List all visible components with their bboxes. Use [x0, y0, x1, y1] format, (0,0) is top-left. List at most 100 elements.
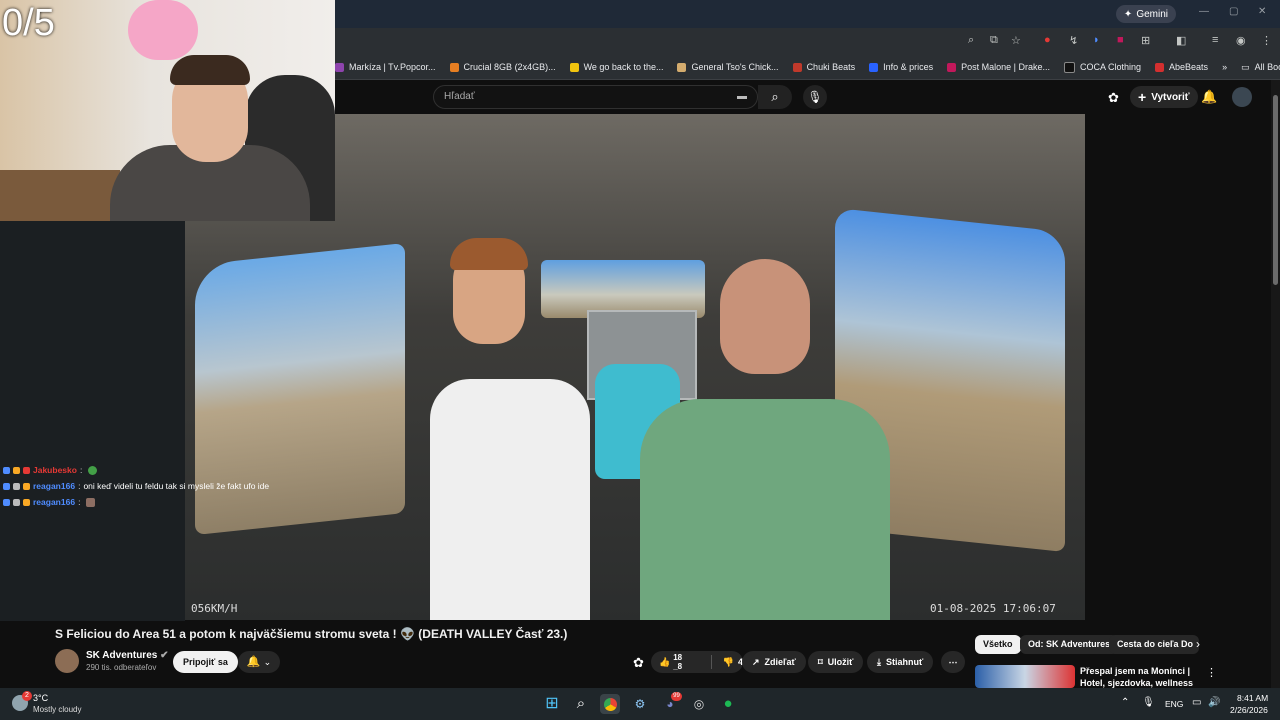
bookmarks-bar: Markíza | Tv.Popcor... Crucial 8GB (2x4G…: [335, 55, 1280, 80]
plus-icon: +: [1138, 89, 1147, 105]
extension-icon[interactable]: ■: [1117, 34, 1124, 46]
all-bookmarks-button[interactable]: ▭All Bookmarks: [1241, 62, 1280, 73]
webcam-streamer-hair: [170, 55, 250, 85]
chat-badge-icon: [3, 482, 10, 490]
minimize-icon[interactable]: —: [1199, 6, 1209, 17]
keyboard-icon[interactable]: ▬: [737, 91, 747, 102]
thumbs-down-icon: 👎: [722, 656, 734, 667]
chat-emote-icon: [86, 497, 96, 507]
settings-gear-icon[interactable]: ✿: [1108, 90, 1119, 106]
bookmark-favicon-icon: [792, 62, 802, 72]
subscription-bell-button[interactable]: 🔔 ⌄: [238, 651, 280, 673]
search-button[interactable]: ⌕: [758, 85, 792, 109]
extension-icon[interactable]: ●: [1044, 34, 1051, 46]
steam-icon[interactable]: ⚙: [630, 694, 650, 714]
thumbs-up-icon: 👍: [659, 656, 671, 667]
timestamp-overlay: 01-08-2025 17:06:07: [930, 602, 1056, 615]
more-actions-button[interactable]: ⋯: [941, 651, 965, 673]
bookmark-favicon-icon: [869, 62, 879, 72]
gemini-label: Gemini: [1136, 8, 1168, 20]
omnibar: [335, 28, 1280, 55]
chevron-right-icon[interactable]: »: [1222, 62, 1227, 72]
sparkle-icon: ✦: [1123, 8, 1133, 20]
webcam-desk: [0, 170, 120, 221]
save-button[interactable]: ⌑ Uložiť: [808, 651, 864, 673]
obs-icon[interactable]: ◎: [689, 694, 709, 714]
maximize-icon[interactable]: ▢: [1229, 6, 1238, 17]
ai-sparkle-icon[interactable]: ✿: [633, 655, 644, 671]
channel-avatar[interactable]: [55, 649, 79, 673]
bookmark-item[interactable]: AbeBeats: [1155, 62, 1208, 72]
cast-icon[interactable]: ⧉: [990, 34, 998, 47]
chip-all[interactable]: Všetko: [975, 635, 1021, 654]
chat-message: reagan166 : oni keď videli tu feldu tak …: [3, 478, 333, 494]
like-button[interactable]: 👍 18 _8: [651, 653, 706, 671]
dislike-button[interactable]: 👎 4: [717, 657, 743, 668]
chevron-right-icon[interactable]: ›: [1196, 637, 1200, 651]
like-count: 18: [673, 653, 683, 662]
chip-from-channel[interactable]: Od: SK Adventures: [1020, 635, 1119, 654]
bookmark-item[interactable]: Post Malone | Drake...: [947, 62, 1050, 72]
chat-badge-icon: [3, 466, 10, 474]
clock-date[interactable]: 2/26/2026: [1230, 705, 1268, 715]
bookmark-item[interactable]: General Tso's Chick...: [677, 62, 779, 72]
join-button[interactable]: Pripojiť sa: [173, 651, 238, 673]
bookmark-item[interactable]: We go back to the...: [569, 62, 663, 72]
download-button[interactable]: ⤓ Stiahnuť: [867, 651, 934, 673]
close-icon[interactable]: ✕: [1258, 6, 1266, 17]
chrome-icon[interactable]: [600, 694, 620, 714]
video-scene-driver: [640, 399, 890, 620]
reading-list-icon[interactable]: ≡: [1212, 34, 1218, 46]
search-icon: ⌕: [771, 89, 779, 104]
account-avatar[interactable]: [1232, 87, 1252, 107]
scrollbar-thumb[interactable]: [1273, 95, 1278, 285]
microphone-icon: 🎙: [807, 90, 823, 104]
zoom-icon[interactable]: ⌕: [968, 34, 974, 47]
chip-related[interactable]: Cesta do cieľa Do: [1109, 635, 1199, 654]
channel-name[interactable]: SK Adventures ✔: [86, 650, 169, 661]
weather-description[interactable]: Mostly cloudy: [33, 705, 81, 714]
language-indicator[interactable]: ENG: [1165, 699, 1183, 709]
search-input[interactable]: Hľadať: [433, 85, 758, 109]
chat-username: Jakubesko: [33, 465, 77, 475]
search-icon[interactable]: ⌕: [571, 694, 591, 714]
volume-icon[interactable]: 🔊: [1208, 697, 1220, 708]
subscriber-count: 290 tis. odberateľov: [86, 663, 157, 672]
menu-dots-icon[interactable]: ⋮: [1261, 34, 1272, 47]
bookmark-item[interactable]: Markíza | Tv.Popcor...: [335, 62, 436, 72]
bookmark-item[interactable]: Chuki Beats: [792, 62, 855, 72]
weather-badge: 2: [22, 691, 32, 701]
profile-avatar[interactable]: ◉: [1236, 34, 1246, 47]
gemini-button[interactable]: ✦ Gemini: [1115, 5, 1176, 23]
folder-icon: ▭: [1241, 61, 1250, 72]
network-icon[interactable]: ▭: [1192, 697, 1201, 708]
like-count-secondary: _8: [673, 662, 683, 671]
bookmark-favicon-icon: [947, 62, 957, 72]
clock-time[interactable]: 8:41 AM: [1237, 693, 1268, 703]
extension-icon[interactable]: ↯: [1069, 34, 1078, 47]
tray-microphone-icon[interactable]: 🎙: [1142, 697, 1155, 708]
bookmark-favicon-icon: [569, 62, 579, 72]
windows-start-icon[interactable]: ⊞: [542, 694, 562, 714]
notifications-bell-icon[interactable]: 🔔: [1201, 89, 1217, 105]
puzzle-icon[interactable]: ⊞: [1141, 34, 1150, 47]
extension-icon[interactable]: ◗: [1093, 34, 1100, 46]
more-vert-icon[interactable]: ⋮: [1206, 666, 1217, 679]
webcam-plush-toy: [128, 0, 198, 60]
tray-chevron-up-icon[interactable]: ⌃: [1121, 697, 1129, 708]
share-button[interactable]: ↗ Zdieľať: [742, 651, 806, 673]
bookmark-item[interactable]: Info & prices: [869, 62, 933, 72]
sidepanel-icon[interactable]: ◧: [1176, 34, 1186, 47]
recommendation-title[interactable]: Přespal jsem na Monínci | Hotel, sjezdov…: [1080, 665, 1205, 689]
bookmark-item[interactable]: Crucial 8GB (2x4GB)...: [449, 62, 556, 72]
spotify-icon[interactable]: ●: [718, 694, 738, 714]
weather-temperature[interactable]: 3°C: [33, 693, 48, 703]
recommendation-thumbnail[interactable]: [975, 665, 1075, 688]
chevron-down-icon: ⌄: [263, 657, 272, 667]
bookmark-item[interactable]: COCA Clothing: [1064, 61, 1141, 73]
share-icon: ↗: [752, 656, 760, 667]
voice-search-button[interactable]: 🎙: [803, 85, 827, 109]
bookmark-star-icon[interactable]: ☆: [1011, 34, 1021, 47]
create-button[interactable]: + Vytvoriť: [1130, 86, 1198, 108]
chat-username: reagan166: [33, 497, 76, 507]
